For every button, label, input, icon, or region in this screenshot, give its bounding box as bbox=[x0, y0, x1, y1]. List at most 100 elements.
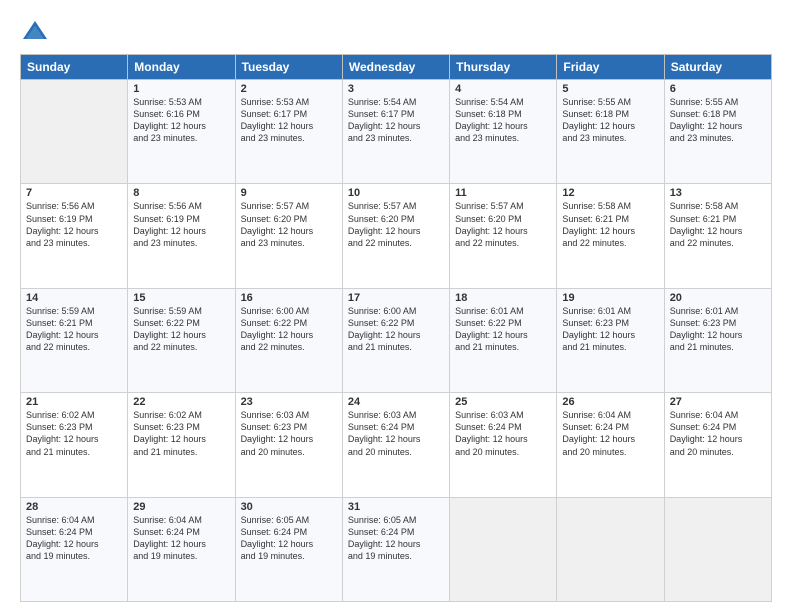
day-info: Sunrise: 5:59 AM Sunset: 6:22 PM Dayligh… bbox=[133, 305, 229, 354]
day-cell bbox=[557, 497, 664, 601]
day-number: 30 bbox=[241, 501, 337, 513]
day-info: Sunrise: 6:00 AM Sunset: 6:22 PM Dayligh… bbox=[348, 305, 444, 354]
col-header-saturday: Saturday bbox=[664, 55, 771, 80]
day-info: Sunrise: 6:02 AM Sunset: 6:23 PM Dayligh… bbox=[26, 409, 122, 458]
day-number: 31 bbox=[348, 501, 444, 513]
day-info: Sunrise: 6:04 AM Sunset: 6:24 PM Dayligh… bbox=[133, 514, 229, 563]
day-number: 23 bbox=[241, 396, 337, 408]
day-cell: 31Sunrise: 6:05 AM Sunset: 6:24 PM Dayli… bbox=[342, 497, 449, 601]
day-info: Sunrise: 6:04 AM Sunset: 6:24 PM Dayligh… bbox=[26, 514, 122, 563]
day-number: 28 bbox=[26, 501, 122, 513]
day-number: 27 bbox=[670, 396, 766, 408]
day-number: 18 bbox=[455, 292, 551, 304]
day-cell: 18Sunrise: 6:01 AM Sunset: 6:22 PM Dayli… bbox=[450, 288, 557, 392]
col-header-thursday: Thursday bbox=[450, 55, 557, 80]
day-number: 16 bbox=[241, 292, 337, 304]
day-info: Sunrise: 5:58 AM Sunset: 6:21 PM Dayligh… bbox=[670, 200, 766, 249]
day-info: Sunrise: 5:53 AM Sunset: 6:17 PM Dayligh… bbox=[241, 96, 337, 145]
logo-icon bbox=[20, 18, 50, 48]
day-cell: 2Sunrise: 5:53 AM Sunset: 6:17 PM Daylig… bbox=[235, 80, 342, 184]
day-info: Sunrise: 6:01 AM Sunset: 6:23 PM Dayligh… bbox=[562, 305, 658, 354]
day-cell: 28Sunrise: 6:04 AM Sunset: 6:24 PM Dayli… bbox=[21, 497, 128, 601]
day-info: Sunrise: 6:01 AM Sunset: 6:22 PM Dayligh… bbox=[455, 305, 551, 354]
col-header-wednesday: Wednesday bbox=[342, 55, 449, 80]
day-cell: 15Sunrise: 5:59 AM Sunset: 6:22 PM Dayli… bbox=[128, 288, 235, 392]
day-cell: 6Sunrise: 5:55 AM Sunset: 6:18 PM Daylig… bbox=[664, 80, 771, 184]
day-cell: 30Sunrise: 6:05 AM Sunset: 6:24 PM Dayli… bbox=[235, 497, 342, 601]
day-cell: 21Sunrise: 6:02 AM Sunset: 6:23 PM Dayli… bbox=[21, 393, 128, 497]
day-info: Sunrise: 6:05 AM Sunset: 6:24 PM Dayligh… bbox=[241, 514, 337, 563]
day-number: 7 bbox=[26, 187, 122, 199]
day-number: 10 bbox=[348, 187, 444, 199]
day-info: Sunrise: 5:55 AM Sunset: 6:18 PM Dayligh… bbox=[670, 96, 766, 145]
day-info: Sunrise: 5:54 AM Sunset: 6:18 PM Dayligh… bbox=[455, 96, 551, 145]
logo bbox=[20, 18, 54, 48]
day-cell: 25Sunrise: 6:03 AM Sunset: 6:24 PM Dayli… bbox=[450, 393, 557, 497]
day-cell: 1Sunrise: 5:53 AM Sunset: 6:16 PM Daylig… bbox=[128, 80, 235, 184]
day-cell: 14Sunrise: 5:59 AM Sunset: 6:21 PM Dayli… bbox=[21, 288, 128, 392]
day-info: Sunrise: 6:05 AM Sunset: 6:24 PM Dayligh… bbox=[348, 514, 444, 563]
week-row-2: 7Sunrise: 5:56 AM Sunset: 6:19 PM Daylig… bbox=[21, 184, 772, 288]
day-info: Sunrise: 5:59 AM Sunset: 6:21 PM Dayligh… bbox=[26, 305, 122, 354]
day-cell: 11Sunrise: 5:57 AM Sunset: 6:20 PM Dayli… bbox=[450, 184, 557, 288]
day-cell: 29Sunrise: 6:04 AM Sunset: 6:24 PM Dayli… bbox=[128, 497, 235, 601]
day-number: 3 bbox=[348, 83, 444, 95]
day-cell: 10Sunrise: 5:57 AM Sunset: 6:20 PM Dayli… bbox=[342, 184, 449, 288]
day-cell bbox=[21, 80, 128, 184]
day-number: 6 bbox=[670, 83, 766, 95]
day-cell: 12Sunrise: 5:58 AM Sunset: 6:21 PM Dayli… bbox=[557, 184, 664, 288]
day-number: 13 bbox=[670, 187, 766, 199]
day-number: 4 bbox=[455, 83, 551, 95]
day-number: 11 bbox=[455, 187, 551, 199]
day-info: Sunrise: 5:57 AM Sunset: 6:20 PM Dayligh… bbox=[455, 200, 551, 249]
day-info: Sunrise: 6:00 AM Sunset: 6:22 PM Dayligh… bbox=[241, 305, 337, 354]
day-info: Sunrise: 5:57 AM Sunset: 6:20 PM Dayligh… bbox=[348, 200, 444, 249]
day-info: Sunrise: 5:56 AM Sunset: 6:19 PM Dayligh… bbox=[133, 200, 229, 249]
day-cell: 8Sunrise: 5:56 AM Sunset: 6:19 PM Daylig… bbox=[128, 184, 235, 288]
day-cell bbox=[450, 497, 557, 601]
header bbox=[20, 18, 772, 48]
day-info: Sunrise: 5:56 AM Sunset: 6:19 PM Dayligh… bbox=[26, 200, 122, 249]
week-row-5: 28Sunrise: 6:04 AM Sunset: 6:24 PM Dayli… bbox=[21, 497, 772, 601]
day-info: Sunrise: 6:03 AM Sunset: 6:24 PM Dayligh… bbox=[455, 409, 551, 458]
col-header-sunday: Sunday bbox=[21, 55, 128, 80]
page: SundayMondayTuesdayWednesdayThursdayFrid… bbox=[0, 0, 792, 612]
day-info: Sunrise: 5:53 AM Sunset: 6:16 PM Dayligh… bbox=[133, 96, 229, 145]
day-number: 22 bbox=[133, 396, 229, 408]
day-cell: 22Sunrise: 6:02 AM Sunset: 6:23 PM Dayli… bbox=[128, 393, 235, 497]
col-header-friday: Friday bbox=[557, 55, 664, 80]
day-number: 9 bbox=[241, 187, 337, 199]
day-cell: 17Sunrise: 6:00 AM Sunset: 6:22 PM Dayli… bbox=[342, 288, 449, 392]
week-row-4: 21Sunrise: 6:02 AM Sunset: 6:23 PM Dayli… bbox=[21, 393, 772, 497]
day-info: Sunrise: 6:04 AM Sunset: 6:24 PM Dayligh… bbox=[562, 409, 658, 458]
header-row: SundayMondayTuesdayWednesdayThursdayFrid… bbox=[21, 55, 772, 80]
day-number: 17 bbox=[348, 292, 444, 304]
day-cell bbox=[664, 497, 771, 601]
day-number: 24 bbox=[348, 396, 444, 408]
day-cell: 24Sunrise: 6:03 AM Sunset: 6:24 PM Dayli… bbox=[342, 393, 449, 497]
day-cell: 27Sunrise: 6:04 AM Sunset: 6:24 PM Dayli… bbox=[664, 393, 771, 497]
day-cell: 19Sunrise: 6:01 AM Sunset: 6:23 PM Dayli… bbox=[557, 288, 664, 392]
day-number: 19 bbox=[562, 292, 658, 304]
day-cell: 20Sunrise: 6:01 AM Sunset: 6:23 PM Dayli… bbox=[664, 288, 771, 392]
day-number: 29 bbox=[133, 501, 229, 513]
day-cell: 9Sunrise: 5:57 AM Sunset: 6:20 PM Daylig… bbox=[235, 184, 342, 288]
day-number: 26 bbox=[562, 396, 658, 408]
day-number: 15 bbox=[133, 292, 229, 304]
day-info: Sunrise: 6:01 AM Sunset: 6:23 PM Dayligh… bbox=[670, 305, 766, 354]
day-cell: 26Sunrise: 6:04 AM Sunset: 6:24 PM Dayli… bbox=[557, 393, 664, 497]
day-number: 8 bbox=[133, 187, 229, 199]
day-number: 2 bbox=[241, 83, 337, 95]
day-cell: 5Sunrise: 5:55 AM Sunset: 6:18 PM Daylig… bbox=[557, 80, 664, 184]
day-info: Sunrise: 6:03 AM Sunset: 6:24 PM Dayligh… bbox=[348, 409, 444, 458]
day-info: Sunrise: 6:04 AM Sunset: 6:24 PM Dayligh… bbox=[670, 409, 766, 458]
day-cell: 7Sunrise: 5:56 AM Sunset: 6:19 PM Daylig… bbox=[21, 184, 128, 288]
day-cell: 23Sunrise: 6:03 AM Sunset: 6:23 PM Dayli… bbox=[235, 393, 342, 497]
day-number: 25 bbox=[455, 396, 551, 408]
col-header-monday: Monday bbox=[128, 55, 235, 80]
day-number: 12 bbox=[562, 187, 658, 199]
day-cell: 16Sunrise: 6:00 AM Sunset: 6:22 PM Dayli… bbox=[235, 288, 342, 392]
day-cell: 4Sunrise: 5:54 AM Sunset: 6:18 PM Daylig… bbox=[450, 80, 557, 184]
col-header-tuesday: Tuesday bbox=[235, 55, 342, 80]
day-info: Sunrise: 5:58 AM Sunset: 6:21 PM Dayligh… bbox=[562, 200, 658, 249]
